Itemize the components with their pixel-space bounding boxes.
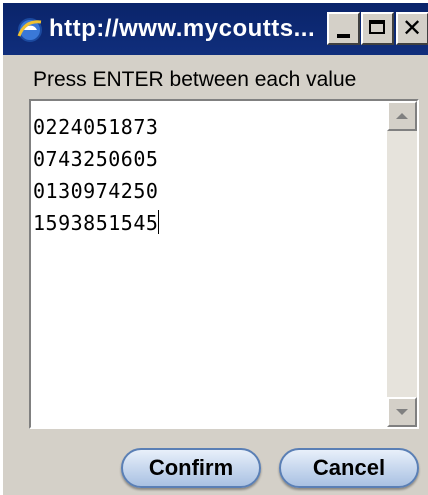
minimize-button[interactable] bbox=[327, 12, 360, 45]
close-button[interactable]: ✕ bbox=[396, 12, 428, 45]
confirm-button[interactable]: Confirm bbox=[121, 448, 261, 488]
text-caret bbox=[158, 210, 160, 234]
scroll-down-button[interactable] bbox=[387, 397, 417, 427]
instruction-label: Press ENTER between each value bbox=[33, 68, 357, 91]
minimize-icon bbox=[337, 34, 350, 38]
value-line: 0130974250 bbox=[33, 179, 159, 203]
window-title: http://www.mycoutts... bbox=[49, 15, 316, 42]
value-line-text: 1593851545 bbox=[33, 211, 159, 235]
internet-explorer-icon bbox=[17, 18, 42, 42]
cancel-button[interactable]: Cancel bbox=[279, 448, 419, 488]
close-icon: ✕ bbox=[402, 14, 423, 42]
values-textarea[interactable]: 0224051873 0743250605 0130974250 1593851… bbox=[29, 99, 419, 429]
maximize-button[interactable] bbox=[361, 12, 394, 45]
arrow-up-icon bbox=[396, 113, 408, 119]
arrow-down-icon bbox=[396, 409, 408, 415]
value-line-last: 1593851545 bbox=[33, 207, 373, 239]
values-text[interactable]: 0224051873 0743250605 0130974250 1593851… bbox=[33, 111, 373, 239]
vertical-scrollbar[interactable] bbox=[387, 101, 417, 427]
value-line: 0743250605 bbox=[33, 147, 159, 171]
value-line: 0224051873 bbox=[33, 115, 159, 139]
title-bar[interactable]: http://www.mycoutts... ✕ bbox=[3, 3, 428, 55]
maximize-icon bbox=[369, 20, 385, 34]
dialog-window: http://www.mycoutts... ✕ Press ENTER bet… bbox=[2, 2, 428, 495]
scroll-up-button[interactable] bbox=[387, 101, 417, 131]
